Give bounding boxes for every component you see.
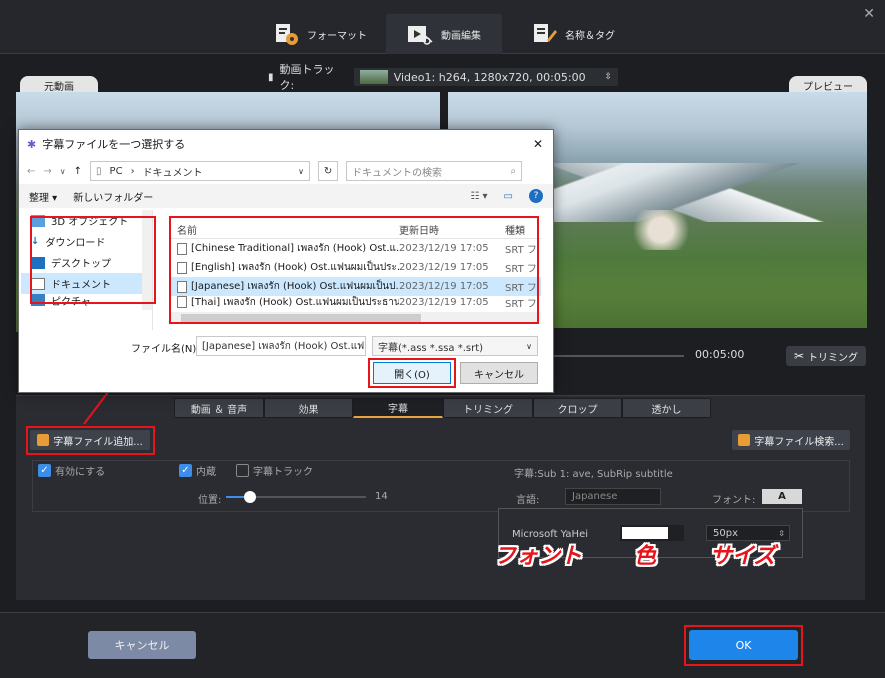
open-button[interactable]: 開く(O) bbox=[373, 362, 451, 384]
preview-pane-icon[interactable]: ▭ bbox=[504, 191, 513, 202]
track-dropdown[interactable]: Video1: h264, 1280x720, 00:05:00 ⇳ bbox=[353, 68, 618, 86]
dialog-cancel-button[interactable]: キャンセル bbox=[460, 362, 538, 384]
subtab-watermark[interactable]: 透かし bbox=[622, 398, 711, 418]
checkbox-checked-icon: ✓ bbox=[38, 464, 51, 477]
dialog-close-icon[interactable]: ✕ bbox=[533, 137, 543, 151]
time-display: 00:05:00 bbox=[695, 348, 745, 361]
embed-checkbox[interactable]: ✓ 内蔵 bbox=[179, 463, 216, 478]
video-edit-icon bbox=[408, 26, 433, 45]
file-open-dialog: ✱ 字幕ファイルを一つ選択する ✕ ← → ∨ ↑ ▯ PC › ドキュメント … bbox=[18, 129, 554, 393]
up-icon[interactable]: ↑ bbox=[74, 166, 82, 177]
search-subtitle-button[interactable]: 字幕ファイル検索... bbox=[732, 430, 850, 450]
filename-label: ファイル名(N): bbox=[131, 344, 200, 355]
enable-label: 有効にする bbox=[55, 467, 106, 478]
position-value: 14 bbox=[375, 491, 388, 502]
help-icon[interactable]: ? bbox=[529, 189, 543, 203]
annotation-font: フォント bbox=[494, 544, 583, 569]
cancel-button[interactable]: キャンセル bbox=[88, 631, 196, 659]
file-type-filter[interactable]: 字幕(*.ass *.ssa *.srt) ∨ bbox=[372, 336, 538, 356]
path-documents: ドキュメント bbox=[142, 167, 203, 179]
dialog-title: 字幕ファイルを一つ選択する bbox=[42, 138, 186, 151]
path-separator: › bbox=[130, 165, 135, 177]
track-thumbnail bbox=[359, 70, 388, 84]
track-label: 動画トラック: bbox=[279, 63, 335, 92]
track-value: Video1: h264, 1280x720, 00:05:00 bbox=[393, 70, 586, 84]
language-select[interactable]: Japanese bbox=[565, 488, 661, 505]
position-label: 位置: bbox=[198, 495, 222, 506]
trim-button-label: トリミング bbox=[808, 352, 859, 364]
search-box[interactable]: ドキュメントの検索 ⌕ bbox=[346, 161, 523, 181]
subtitle-info: 字幕:Sub 1: ave, SubRip subtitle bbox=[514, 469, 673, 480]
tab-video-edit[interactable]: 動画編集 bbox=[386, 14, 502, 54]
filename-input[interactable]: [Japanese] เพลงรัก (Hook) Ost.แฟ bbox=[196, 336, 366, 356]
filter-dropdown-icon: ∨ bbox=[526, 341, 532, 351]
address-dropdown-icon[interactable]: ∨ bbox=[298, 167, 304, 176]
subtitle-track-label: 字幕トラック bbox=[253, 467, 313, 478]
close-icon[interactable]: ✕ bbox=[863, 6, 875, 22]
subtitle-track-checkbox[interactable]: 字幕トラック bbox=[236, 463, 313, 478]
forward-icon[interactable]: → bbox=[43, 166, 51, 177]
annotation-size: サイズ bbox=[710, 544, 776, 569]
add-subtitle-label: 字幕ファイル追加... bbox=[53, 436, 143, 448]
subtab-trim[interactable]: トリミング bbox=[443, 398, 533, 418]
address-row: ← → ∨ ↑ ▯ PC › ドキュメント ∨ ↻ ドキュメントの検索 ⌕ bbox=[19, 158, 553, 184]
search-icon: ⌕ bbox=[510, 165, 517, 177]
nav-annotation-box bbox=[30, 216, 156, 304]
embed-label: 内蔵 bbox=[196, 467, 216, 478]
language-label: 言語: bbox=[516, 495, 540, 506]
search-subtitle-label: 字幕ファイル検索... bbox=[754, 436, 844, 448]
scissors-icon: ✂ bbox=[793, 349, 805, 363]
tab-format-label: フォーマット bbox=[307, 30, 367, 42]
preview-label: プレビュー bbox=[789, 76, 867, 93]
annotation-color: 色 bbox=[634, 544, 657, 569]
address-bar[interactable]: ▯ PC › ドキュメント ∨ bbox=[90, 161, 311, 181]
language-value: Japanese bbox=[572, 491, 618, 502]
view-icon[interactable]: ☷ ▾ bbox=[470, 191, 487, 202]
pc-icon: ▯ bbox=[96, 165, 102, 177]
checkbox-checked-icon: ✓ bbox=[179, 464, 192, 477]
dialog-toolbar: 整理 ▾ 新しいフォルダー ☷ ▾ ▭ ? bbox=[19, 184, 553, 208]
trim-button[interactable]: ✂ トリミング bbox=[786, 346, 866, 366]
font-button[interactable]: A bbox=[762, 489, 802, 504]
refresh-icon[interactable]: ↻ bbox=[318, 161, 339, 181]
back-icon[interactable]: ← bbox=[27, 166, 35, 177]
people-group bbox=[626, 210, 696, 250]
app-icon: ✱ bbox=[27, 137, 37, 151]
checkbox-empty-icon bbox=[236, 464, 249, 477]
position-slider[interactable] bbox=[226, 491, 366, 503]
stepper-icon: ⇳ bbox=[778, 528, 785, 538]
search-placeholder: ドキュメントの検索 bbox=[352, 167, 443, 179]
organize-button[interactable]: 整理 ▾ bbox=[29, 189, 57, 204]
dialog-title-bar: ✱ 字幕ファイルを一つ選択する ✕ bbox=[19, 130, 553, 158]
font-size-value: 50px bbox=[713, 527, 738, 539]
subtitle-file-icon bbox=[37, 434, 50, 446]
tab-name-tag[interactable]: 名称＆タグ bbox=[518, 14, 628, 54]
ok-button[interactable]: OK bbox=[689, 630, 798, 660]
track-selector[interactable]: ▮ 動画トラック: Video1: h264, 1280x720, 00:05:… bbox=[268, 63, 618, 92]
tab-video-edit-label: 動画編集 bbox=[441, 30, 481, 42]
name-tag-icon bbox=[534, 24, 557, 42]
dropdown-icon[interactable]: ∨ bbox=[60, 167, 66, 176]
files-annotation-box bbox=[169, 216, 539, 324]
new-folder-button[interactable]: 新しいフォルダー bbox=[73, 189, 153, 204]
slider-knob[interactable] bbox=[243, 491, 256, 503]
enable-checkbox[interactable]: ✓ 有効にする bbox=[38, 463, 105, 478]
path-pc: PC bbox=[109, 165, 123, 177]
filter-value: 字幕(*.ass *.ssa *.srt) bbox=[378, 342, 484, 354]
tab-format[interactable]: フォーマット bbox=[266, 14, 374, 54]
subtab-effects[interactable]: 効果 bbox=[264, 398, 353, 418]
film-icon: ▮ bbox=[268, 71, 274, 83]
updown-icon: ⇳ bbox=[604, 72, 612, 82]
tab-name-tag-label: 名称＆タグ bbox=[565, 30, 615, 42]
subtab-subtitle[interactable]: 字幕 bbox=[353, 398, 443, 418]
progress-track[interactable] bbox=[550, 355, 684, 357]
subtab-crop[interactable]: クロップ bbox=[533, 398, 622, 418]
subtab-video-audio[interactable]: 動画 ＆ 音声 bbox=[174, 398, 264, 418]
filename-value: [Japanese] เพลงรัก (Hook) Ost.แฟ bbox=[202, 340, 365, 352]
subtitle-search-icon bbox=[738, 434, 751, 446]
original-video-label: 元動画 bbox=[20, 76, 98, 93]
format-icon bbox=[276, 24, 298, 45]
font-label: フォント: bbox=[712, 495, 756, 506]
